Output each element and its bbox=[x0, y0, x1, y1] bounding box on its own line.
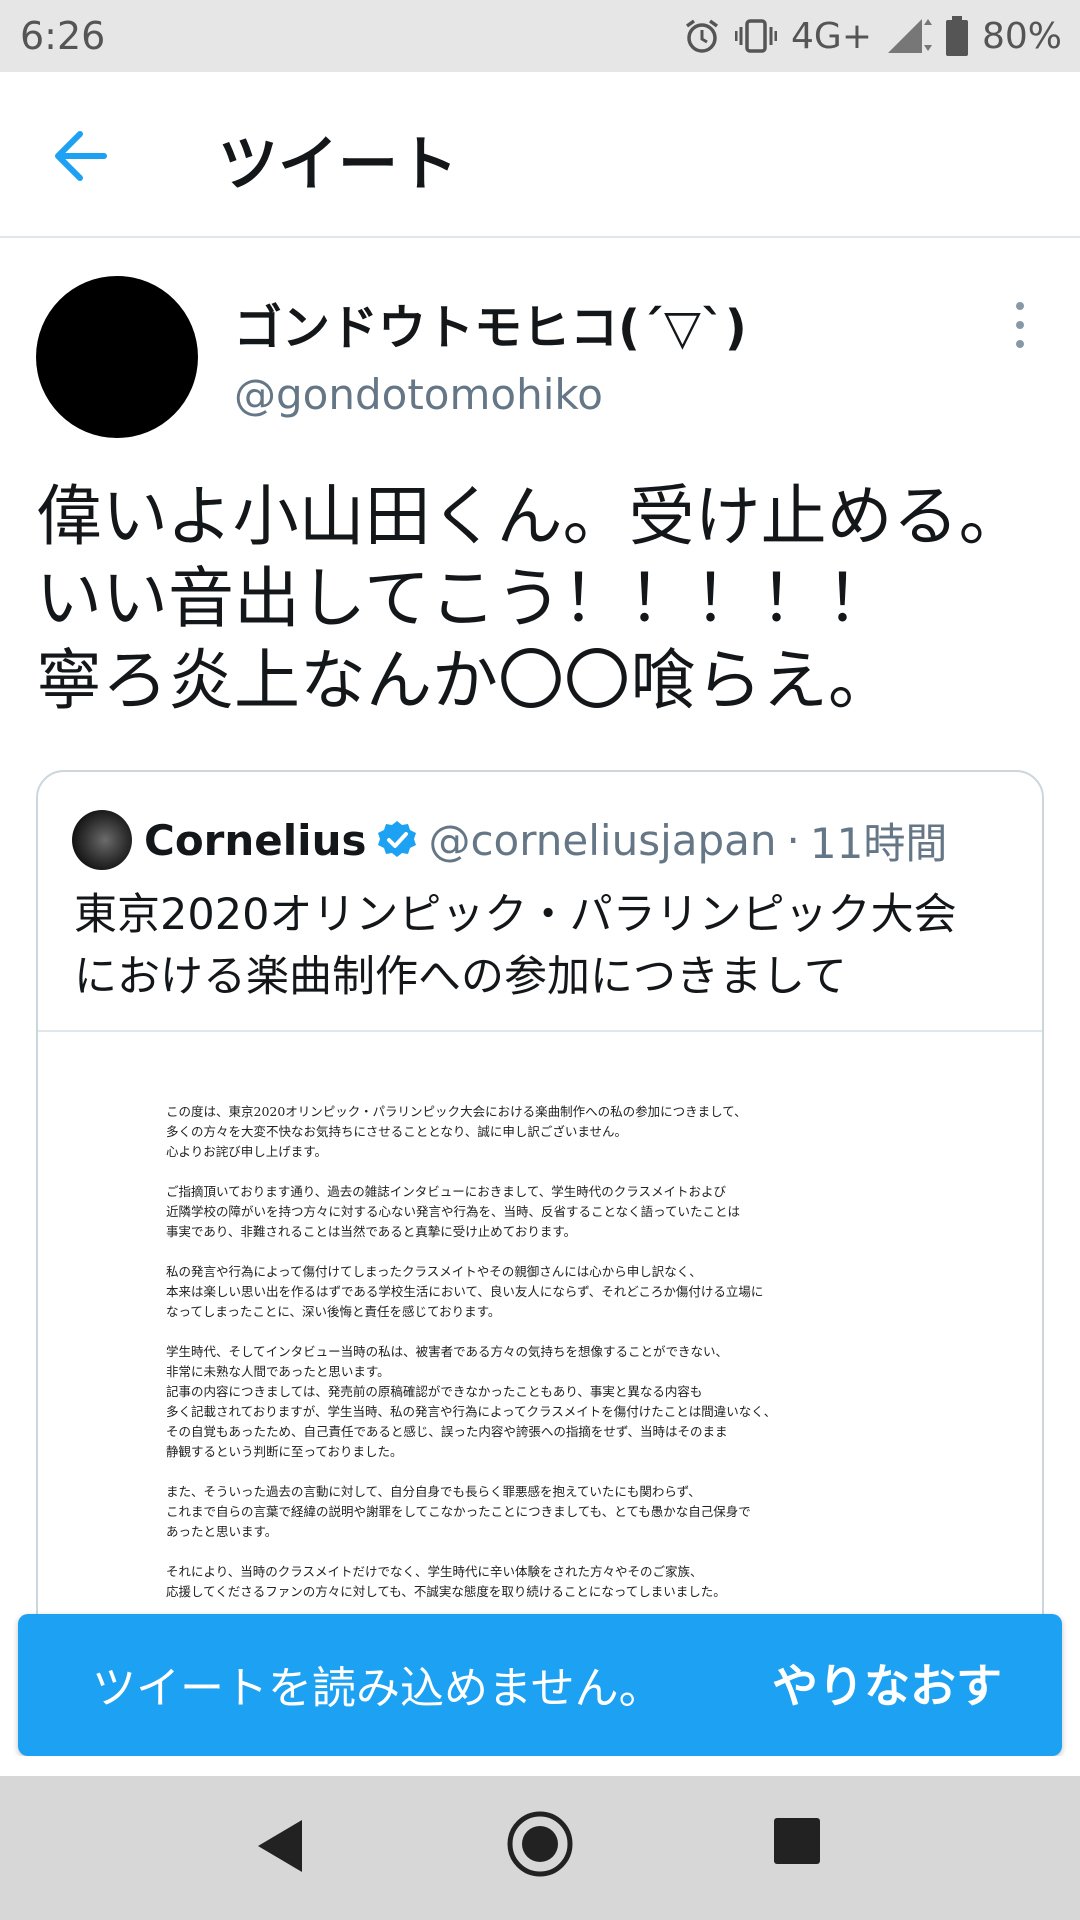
retry-button[interactable]: やりなおす bbox=[772, 1650, 1002, 1716]
author-avatar[interactable] bbox=[36, 276, 198, 438]
quoted-author-name: Cornelius bbox=[144, 815, 367, 865]
document-line: なってしまったことに、深い後悔と責任を感じております。 bbox=[166, 1304, 501, 1319]
document-line: この度は、東京2020オリンピック・パラリンピック大会における楽曲制作への私の参… bbox=[166, 1104, 747, 1119]
document-paragraph: ご指摘頂いております通り、過去の雑誌インタビューにおきまして、学生時代のクラスメ… bbox=[166, 1182, 926, 1242]
tweet-text: 偉いよ小山田くん。受け止める。 いい音出してこう！！！！！ 寧ろ炎上なんか〇〇喰… bbox=[36, 476, 1056, 722]
meta-separator: · bbox=[786, 815, 800, 865]
attached-document-image[interactable]: この度は、東京2020オリンピック・パラリンピック大会における楽曲制作への私の参… bbox=[38, 1030, 1042, 1668]
status-icons: 4G+ 80% bbox=[683, 16, 1062, 57]
document-paragraph: この度は、東京2020オリンピック・パラリンピック大会における楽曲制作への私の参… bbox=[166, 1102, 926, 1162]
snackbar-message: ツイートを読み込めません。 bbox=[92, 1663, 663, 1714]
document-line: 非常に未熟な人間であったと思います。 bbox=[166, 1364, 390, 1379]
quoted-tweet-text: 東京2020オリンピック・パラリンピック大会 における楽曲制作への参加につきまし… bbox=[74, 884, 1024, 1008]
quoted-author-handle: @corneliusjapan bbox=[428, 815, 777, 865]
document-text: この度は、東京2020オリンピック・パラリンピック大会における楽曲制作への私の参… bbox=[166, 1102, 926, 1622]
divider bbox=[0, 1756, 1080, 1776]
quoted-text-line: における楽曲制作への参加につきまして bbox=[74, 952, 847, 1002]
status-bar: 6:26 4G+ 80% bbox=[0, 0, 1080, 72]
arrow-left-icon bbox=[55, 131, 107, 181]
quoted-author-avatar bbox=[72, 810, 132, 870]
document-line: 多くの方々を大変不快なお気持ちにさせることとなり、誠に申し訳ございません。 bbox=[166, 1124, 628, 1139]
vibrate-icon bbox=[735, 17, 778, 55]
document-paragraph: 学生時代、そしてインタビュー当時の私は、被害者である方々の気持ちを想像することが… bbox=[166, 1342, 926, 1462]
document-line: これまで自らの言葉で経緯の説明や謝罪をしてこなかったことにつきましても、とても愚… bbox=[166, 1504, 751, 1519]
alarm-icon bbox=[683, 17, 721, 55]
document-paragraph: 私の発言や行為によって傷付けてしまったクラスメイトやその親御さんには心から申し訳… bbox=[166, 1262, 926, 1322]
author-handle[interactable]: @gondotomohiko bbox=[234, 370, 603, 419]
nav-recents-button[interactable] bbox=[774, 1818, 820, 1868]
battery-icon bbox=[945, 16, 968, 56]
nav-back-button[interactable] bbox=[252, 1816, 306, 1880]
more-options-button[interactable] bbox=[1008, 300, 1032, 350]
quoted-tweet-card[interactable]: Cornelius @corneliusjapan · 11時間 東京2020オ… bbox=[36, 770, 1044, 1670]
signal-icon bbox=[886, 17, 932, 55]
status-time: 6:26 bbox=[20, 14, 106, 58]
system-nav-bar bbox=[0, 1776, 1080, 1920]
document-line: 本来は楽しい思い出を作るはずである学校生活において、良い友人にならず、それどころ… bbox=[166, 1284, 764, 1299]
back-button[interactable] bbox=[52, 128, 112, 184]
network-label: 4G+ bbox=[791, 15, 872, 57]
document-line: また、そういった過去の言動に対して、自分自身でも長らく罪悪感を抱えていたにも関わ… bbox=[166, 1484, 701, 1499]
document-line: 応援してくださるファンの方々に対しても、不誠実な態度を取り続けることになってしま… bbox=[166, 1584, 726, 1599]
page-title: ツイート bbox=[218, 130, 458, 200]
back-triangle-icon bbox=[258, 1820, 302, 1872]
more-vertical-icon bbox=[1016, 302, 1024, 348]
home-circle-icon bbox=[507, 1811, 573, 1877]
document-line: 学生時代、そしてインタビュー当時の私は、被害者である方々の気持ちを想像することが… bbox=[166, 1344, 729, 1359]
quoted-tweet-header: Cornelius @corneliusjapan · 11時間 bbox=[72, 808, 947, 872]
author-display-name[interactable]: ゴンドウトモヒコ(´▽`) bbox=[234, 288, 747, 358]
recents-square-icon bbox=[774, 1818, 820, 1864]
document-paragraph: それにより、当時のクラスメイトだけでなく、学生時代に辛い体験をされた方々やそのご… bbox=[166, 1562, 926, 1602]
document-line: 私の発言や行為によって傷付けてしまったクラスメイトやその親御さんには心から申し訳… bbox=[166, 1264, 702, 1279]
document-line: その自覚もあったため、自己責任であると感じ、誤った内容や誇張への指摘をせず、当時… bbox=[166, 1424, 728, 1439]
tweet-text-line: 寧ろ炎上なんか〇〇喰らえ。 bbox=[36, 642, 894, 719]
battery-level: 80% bbox=[981, 15, 1062, 57]
document-line: 記事の内容につきましては、発売前の原稿確認ができなかったこともあり、事実と異なる… bbox=[166, 1384, 703, 1399]
error-snackbar: ツイートを読み込めません。 やりなおす bbox=[18, 1614, 1062, 1756]
quoted-text-line: 東京2020オリンピック・パラリンピック大会 bbox=[74, 890, 957, 940]
nav-home-button[interactable] bbox=[506, 1810, 574, 1882]
document-line: ご指摘頂いております通り、過去の雑誌インタビューにおきまして、学生時代のクラスメ… bbox=[166, 1184, 727, 1199]
document-line: 心よりお詫び申し上げます。 bbox=[166, 1144, 328, 1159]
document-paragraph: また、そういった過去の言動に対して、自分自身でも長らく罪悪感を抱えていたにも関わ… bbox=[166, 1482, 926, 1542]
document-line: 多く記載されておりますが、学生当時、私の発言や行為によってクラスメイトを傷付けた… bbox=[166, 1404, 777, 1419]
document-line: それにより、当時のクラスメイトだけでなく、学生時代に辛い体験をされた方々やそのご… bbox=[166, 1564, 703, 1579]
document-line: 静観するという判断に至っておりました。 bbox=[166, 1444, 403, 1459]
verified-badge-icon bbox=[378, 821, 417, 857]
app-bar: ツイート bbox=[0, 72, 1080, 238]
quoted-timestamp: 11時間 bbox=[809, 818, 948, 868]
tweet-text-line: 偉いよ小山田くん。受け止める。 bbox=[36, 478, 1025, 555]
document-line: あったと思います。 bbox=[166, 1524, 278, 1539]
document-line: 近隣学校の障がいを持つ方々に対する心ない発言や行為を、当時、反省することなく語っ… bbox=[166, 1204, 741, 1219]
tweet-text-line: いい音出してこう！！！！！ bbox=[36, 560, 893, 637]
document-line: 事実であり、非難されることは当然であると真摯に受け止めております。 bbox=[166, 1224, 577, 1239]
